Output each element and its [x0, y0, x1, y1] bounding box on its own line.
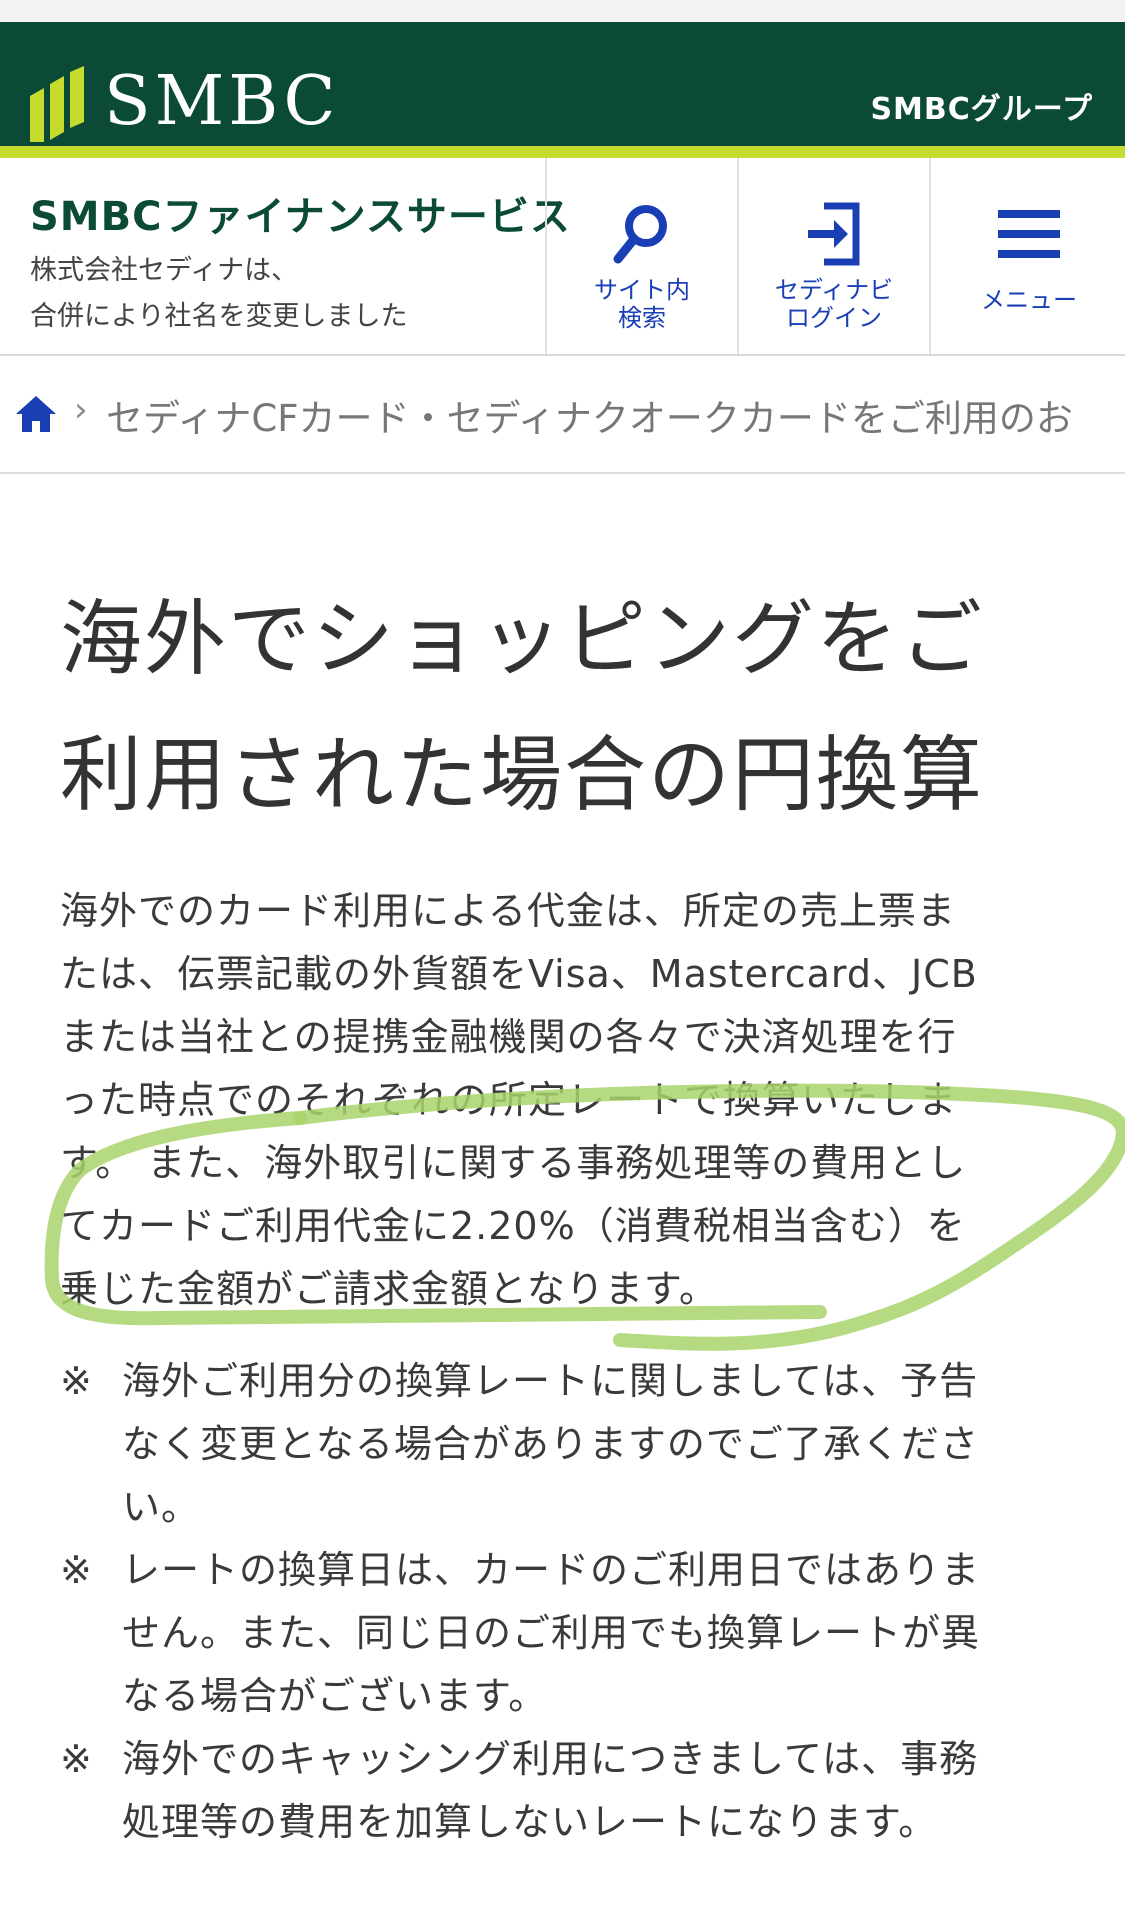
note-line: せん。また、同じ日のご利用でも換算レートが異 — [122, 1611, 981, 1655]
note-line: い。 — [122, 1485, 201, 1529]
search-icon — [613, 205, 667, 264]
conversion-description: 海外でのカード利用による代金は、所定の売上票ま たは、伝票記載の外貨額をVisa… — [60, 880, 1070, 1321]
brand-name[interactable]: SMBCファイナンスサービス — [30, 184, 571, 242]
menu-button[interactable]: メニュー — [929, 158, 1125, 354]
note-line: なく変更となる場合がありますのでご了承くださ — [122, 1422, 979, 1466]
login-label: ログイン — [785, 304, 882, 332]
brand-notice-line: 株式会社セディナは、 — [30, 255, 299, 286]
site-search-label: 検索 — [618, 304, 666, 332]
smbc-group-link[interactable]: SMBCグループ — [870, 84, 1093, 128]
breadcrumb-current: セディナCFカード・セディナクオークカードをご利用のお — [106, 397, 1073, 440]
smbc-logo-mark-icon — [30, 66, 84, 142]
note-line: レートの換算日は、カードのご利用日ではありま — [122, 1548, 981, 1592]
note-item: ※ レートの換算日は、カードのご利用日ではありま せん。また、同じ日のご利用でも… — [60, 1539, 1070, 1728]
paragraph-line: てカードご利用代金に2.20%（消費税相当含む）を — [60, 1204, 966, 1248]
paragraph-line: たは、伝票記載の外貨額をVisa、Mastercard、JCB — [60, 952, 978, 996]
note-line: 海外でのキャッシング利用につきましては、事務 — [122, 1737, 979, 1781]
site-header: SMBC SMBCグループ — [0, 22, 1125, 146]
site-search-button[interactable]: サイト内 検索 — [545, 158, 737, 354]
sub-header: SMBCファイナンスサービス 株式会社セディナは、 合併により社名を変更しました… — [0, 158, 1125, 356]
chevron-right-icon: › — [74, 390, 88, 430]
note-mark: ※ — [60, 1737, 93, 1781]
sedinavi-login-button[interactable]: セディナビ ログイン — [737, 158, 929, 354]
note-item: ※ 海外ご利用分の換算レートに関しましては、予告 なく変更となる場合がありますの… — [60, 1350, 1070, 1539]
paragraph-line: または当社との提携金融機関の各々で決済処理を行 — [60, 1015, 957, 1059]
page-title-line: 利用された場合の円換算 — [60, 728, 985, 823]
brand-notice-line: 合併により社名を変更しました — [30, 301, 408, 332]
smbc-logo[interactable]: SMBC — [104, 62, 339, 142]
hamburger-icon — [998, 210, 1060, 258]
menu-label: メニュー — [981, 286, 1077, 314]
header-accent-bar — [0, 146, 1125, 158]
breadcrumb: › セディナCFカード・セディナクオークカードをご利用のお — [0, 356, 1125, 474]
note-mark: ※ — [60, 1359, 93, 1403]
note-item: ※ 海外でのキャッシング利用につきましては、事務 処理等の費用を加算しないレート… — [60, 1728, 1070, 1854]
paragraph-line: 乗じた金額がご請求金額となります。 — [60, 1267, 719, 1311]
page-title: 海外でショッピングをご 利用された場合の円換算 — [60, 572, 1070, 844]
paragraph-line: す。 また、海外取引に関する事務処理等の費用とし — [60, 1141, 967, 1185]
note-line: 海外ご利用分の換算レートに関しましては、予告 — [122, 1359, 979, 1403]
status-strip — [0, 0, 1125, 22]
login-label: セディナビ — [774, 276, 894, 304]
page-title-line: 海外でショッピングをご — [60, 592, 985, 687]
note-mark: ※ — [60, 1548, 93, 1592]
site-search-label: サイト内 — [594, 276, 690, 304]
note-line: 処理等の費用を加算しないレートになります。 — [122, 1800, 938, 1844]
login-icon — [808, 202, 860, 266]
notes-list: ※ 海外ご利用分の換算レートに関しましては、予告 なく変更となる場合がありますの… — [60, 1350, 1070, 1854]
brand-notice: 株式会社セディナは、 合併により社名を変更しました — [30, 248, 407, 340]
note-line: なる場合がございます。 — [122, 1674, 548, 1718]
home-icon[interactable] — [14, 394, 58, 434]
paragraph-line: った時点でのそれぞれの所定レートで換算いたしま — [60, 1078, 958, 1122]
paragraph-line: 海外でのカード利用による代金は、所定の売上票ま — [60, 889, 956, 933]
